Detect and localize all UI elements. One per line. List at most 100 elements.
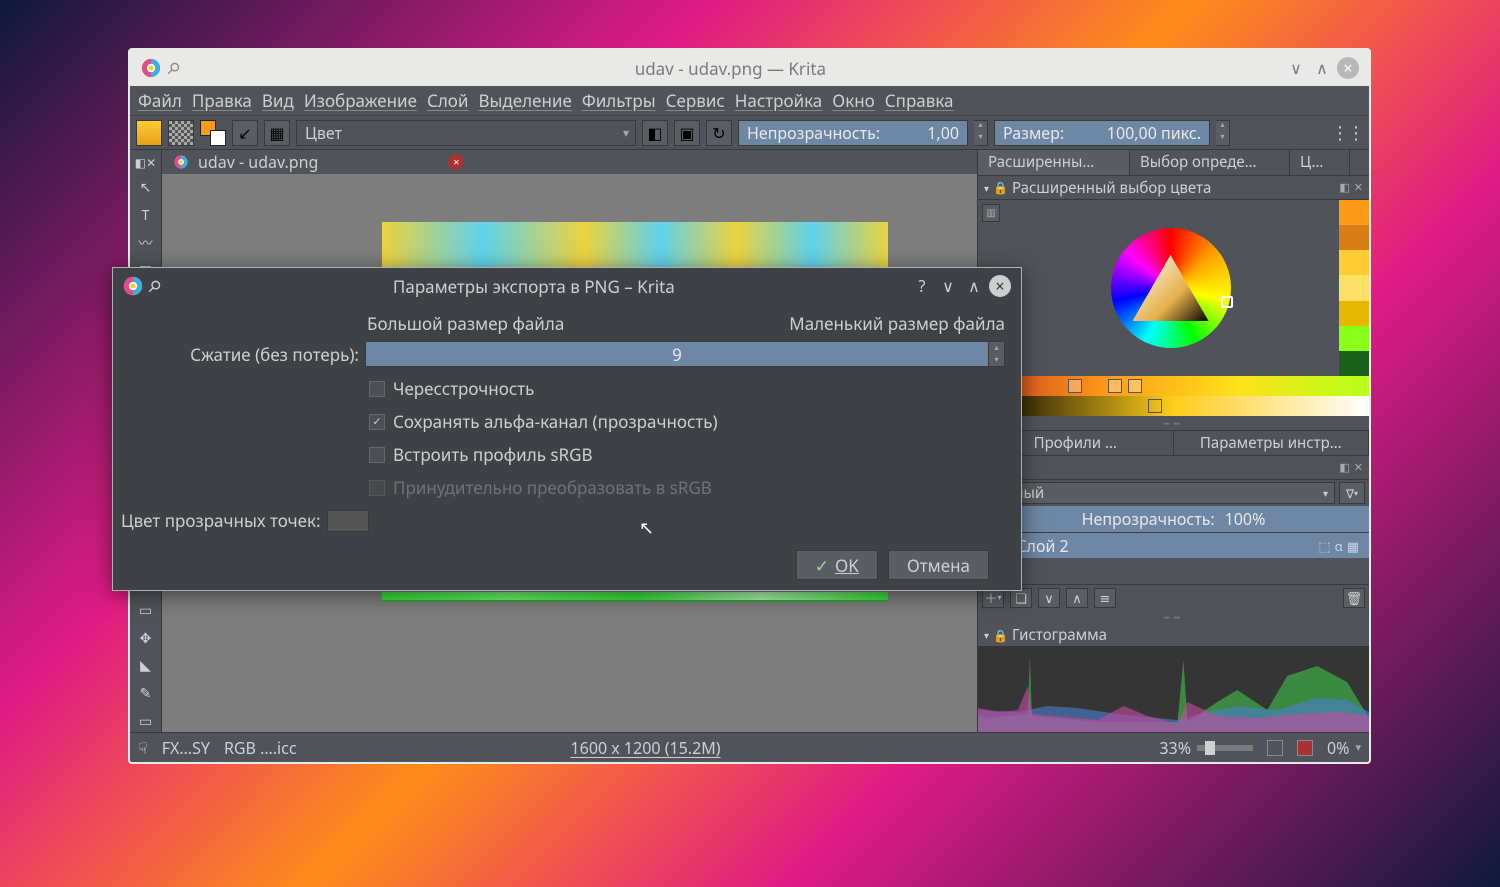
delete-layer-button[interactable]: 🗑: [1343, 588, 1365, 608]
help-button[interactable]: ?: [911, 275, 933, 297]
color-slider-hue[interactable]: [978, 376, 1369, 396]
zoom-control-2[interactable]: 0% ▾: [1327, 737, 1361, 759]
selection-icon[interactable]: ☟: [138, 737, 148, 759]
layer-alpha-icon[interactable]: α: [1335, 537, 1343, 555]
resize-grip-icon[interactable]: ┉┉: [978, 416, 1369, 430]
app-icon: [140, 57, 162, 79]
document-tab[interactable]: udav - udav.png ×: [162, 150, 476, 174]
layer-filter-button[interactable]: ∇▾: [1339, 482, 1365, 504]
fill-tool-icon[interactable]: ◣: [135, 655, 157, 677]
reload-brush-button[interactable]: ↻: [706, 120, 732, 146]
collapse-icon[interactable]: ▾: [984, 181, 989, 195]
move-tool-icon[interactable]: ↖: [135, 177, 157, 199]
menu-settings[interactable]: Настройка: [735, 89, 823, 112]
tab-hue[interactable]: Ц…: [1290, 150, 1350, 175]
picker-tool-icon[interactable]: ✎: [135, 683, 157, 705]
fit-page-icon[interactable]: [1267, 740, 1283, 756]
compression-slider[interactable]: 9: [365, 341, 989, 367]
size-spinner[interactable]: Размер:100,00 пикс.: [994, 120, 1210, 146]
pattern-preset-button[interactable]: [168, 120, 194, 146]
layer-list-blank: [978, 558, 1369, 584]
gradient-preset-button[interactable]: [136, 120, 162, 146]
move-down-button[interactable]: ∨: [1038, 588, 1060, 608]
document-tab-icon: [174, 155, 188, 169]
menu-file[interactable]: Файл: [138, 89, 182, 112]
float-icon[interactable]: ◧: [1339, 180, 1349, 195]
toolbox-undock-icon[interactable]: ◧✕: [135, 154, 156, 171]
dialog-close-button[interactable]: ×: [989, 275, 1011, 297]
layer-lock-icon[interactable]: ⬚: [1318, 537, 1330, 555]
opacity-spinner[interactable]: Непрозрачность:1,00: [738, 120, 968, 146]
interlace-checkbox[interactable]: [369, 381, 385, 397]
lock-icon[interactable]: 🔒: [993, 179, 1008, 196]
cancel-button[interactable]: Отмена: [888, 550, 989, 580]
tab-specific-color[interactable]: Выбор опреде…: [1130, 150, 1290, 175]
color-wheel[interactable]: [1002, 200, 1339, 376]
transform-tool-icon[interactable]: ✥: [135, 627, 157, 649]
hue-marker[interactable]: [1221, 296, 1233, 308]
embed-srgb-label: Встроить профиль sRGB: [393, 443, 593, 466]
menu-select[interactable]: Выделение: [478, 89, 571, 112]
alpha-lock-toggle[interactable]: ▣: [674, 120, 700, 146]
color-slider-value[interactable]: [978, 396, 1369, 416]
layer-actions-bar: ＋▾ ❏ ∨ ∧ ≡ 🗑: [978, 584, 1369, 610]
layer-properties-button[interactable]: ≡: [1094, 588, 1116, 608]
eraser-toggle[interactable]: ◧: [642, 120, 668, 146]
zoom-slider-1[interactable]: [1197, 745, 1253, 751]
menu-edit[interactable]: Правка: [192, 89, 252, 112]
close-docker-icon[interactable]: ✕: [1354, 180, 1363, 195]
blending-mode-combo[interactable]: Цвет▾: [296, 120, 636, 146]
close-button[interactable]: ×: [1337, 57, 1359, 79]
text-tool-icon[interactable]: T: [135, 205, 157, 227]
minimize-button[interactable]: ∨: [1285, 57, 1307, 79]
brush-grid-button[interactable]: ▦: [264, 120, 290, 146]
brush-editor-button[interactable]: ↙: [232, 120, 258, 146]
tab-tool-params[interactable]: Параметры инстр…: [1174, 431, 1370, 455]
opacity-spin-arrows[interactable]: ▴▾: [974, 120, 988, 146]
layer-blend-combo[interactable]: альный▾: [982, 482, 1335, 504]
menu-window[interactable]: Окно: [832, 89, 875, 112]
alpha-checkbox[interactable]: [369, 414, 385, 430]
embed-srgb-checkbox[interactable]: [369, 447, 385, 463]
window-title: udav - udav.png — Krita: [180, 57, 1281, 80]
compression-spin-arrows[interactable]: ▴▾: [989, 341, 1005, 367]
layer-props-icon[interactable]: ▦: [1347, 537, 1359, 555]
layer-item[interactable]: 👁 Слой 2 ⬚α▦: [978, 532, 1369, 558]
fg-bg-swatch[interactable]: [200, 120, 226, 146]
tab-advanced-color[interactable]: Расширенны…: [978, 150, 1130, 175]
filesize-hint: Большой размер файла Маленький размер фа…: [367, 312, 1005, 335]
menu-layer[interactable]: Слой: [427, 89, 469, 112]
close-docker-icon[interactable]: ✕: [1354, 460, 1363, 475]
move-up-button[interactable]: ∧: [1066, 588, 1088, 608]
recent-swatches[interactable]: [1339, 200, 1369, 376]
status-profile: RGB ….icc: [224, 737, 297, 759]
zoom-control-1[interactable]: 33%: [1159, 737, 1253, 759]
layer-opacity-slider[interactable]: Непрозрачность:100%: [978, 506, 1369, 532]
lock-icon[interactable]: 🔒: [993, 627, 1008, 644]
collapse-button[interactable]: ∨: [937, 275, 959, 297]
menu-view[interactable]: Вид: [262, 89, 294, 112]
document-tab-close-icon[interactable]: ×: [448, 154, 464, 170]
main-toolbar: ↙ ▦ Цвет▾ ◧ ▣ ↻ Непрозрачность:1,00 ▴▾ Р…: [130, 116, 1369, 150]
calligraphy-tool-icon[interactable]: 〰: [135, 232, 157, 254]
size-spin-arrows[interactable]: ▴▾: [1216, 120, 1230, 146]
menu-help[interactable]: Справка: [885, 89, 954, 112]
crop-tool-icon[interactable]: ▭: [135, 600, 157, 622]
resize-grip-icon[interactable]: ┉┉: [978, 610, 1369, 624]
alpha-color-well[interactable]: [327, 510, 369, 532]
canvas-artwork-bottom: [382, 592, 888, 602]
titlebar[interactable]: ⚲ udav - udav.png — Krita ∨ ∧ ×: [130, 50, 1369, 86]
dialog-titlebar[interactable]: ⚲ Параметры экспорта в PNG – Krita ? ∨ ∧…: [113, 268, 1021, 304]
canvas-only-icon[interactable]: [1297, 740, 1313, 756]
menu-filters[interactable]: Фильтры: [582, 89, 656, 112]
toolbar-overflow-icon[interactable]: ⋮⋮: [1331, 121, 1363, 145]
collapse-icon[interactable]: ▾: [984, 628, 989, 642]
rect-select-tool-icon[interactable]: ▭: [135, 710, 157, 732]
float-icon[interactable]: ◧: [1339, 460, 1349, 475]
compression-row: Сжатие (без потерь): 9 ▴▾: [121, 341, 1005, 367]
expand-button[interactable]: ∧: [963, 275, 985, 297]
menu-tools[interactable]: Сервис: [666, 89, 725, 112]
menu-image[interactable]: Изображение: [304, 89, 417, 112]
maximize-button[interactable]: ∧: [1311, 57, 1333, 79]
ok-button[interactable]: ✓OK: [796, 550, 878, 580]
